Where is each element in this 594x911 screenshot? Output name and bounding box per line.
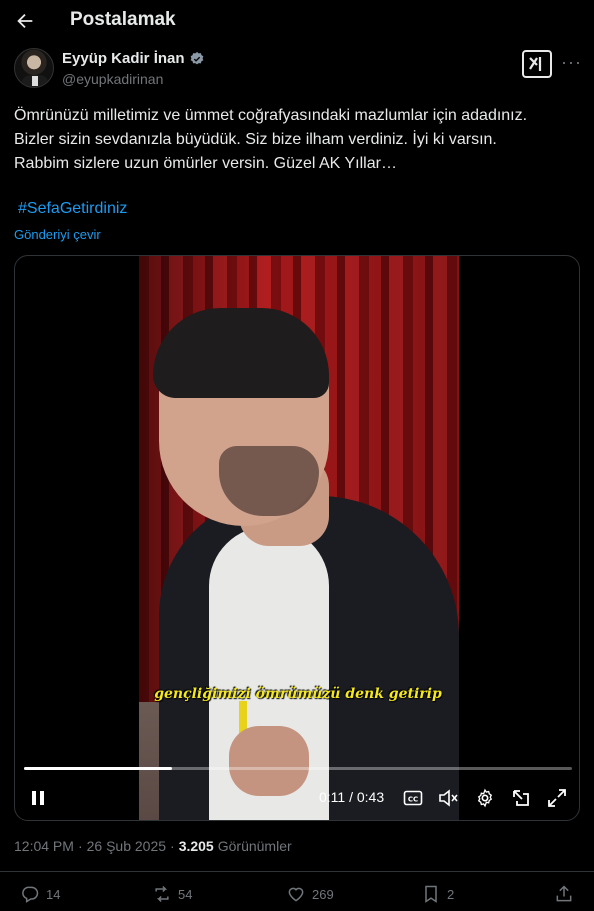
like-count: 269 <box>312 886 334 902</box>
repost-count: 54 <box>178 886 193 902</box>
tweet-text: Ömrünüzü milletimiz ve ümmet coğrafyasın… <box>14 104 584 176</box>
share-icon <box>556 885 572 902</box>
muted-volume-icon[interactable] <box>437 784 461 812</box>
bookmark-count: 2 <box>447 886 455 902</box>
tweet-line: Rabbim sizlere uzun ömürler versin. Güze… <box>14 155 397 172</box>
repost-icon <box>155 885 169 903</box>
grok-icon[interactable] <box>522 50 552 78</box>
svg-text:CC: CC <box>408 796 418 804</box>
reply-button[interactable]: 14 <box>20 884 60 904</box>
meta-separator: · <box>77 838 83 854</box>
author-name[interactable]: Eyyüp Kadir İnan <box>62 50 185 67</box>
divider <box>0 871 594 872</box>
captions-icon[interactable]: CC <box>401 784 425 812</box>
video-caption: gençliğimizi ömrümüzü denk getirip <box>154 686 442 702</box>
author-handle[interactable]: @eyupkadirinan <box>62 71 163 87</box>
fullscreen-icon[interactable] <box>545 784 569 812</box>
meta-separator: · <box>170 838 175 854</box>
heart-icon <box>288 887 304 902</box>
repost-button[interactable]: 54 <box>152 884 192 904</box>
action-bar: 14 54 269 2 <box>0 884 594 911</box>
video-progress-bar[interactable] <box>24 767 572 770</box>
video-time: 0:11 / 0:43 <box>319 789 385 805</box>
tweet-line: Bizler sizin sevdanızla büyüdük. Siz biz… <box>14 131 497 148</box>
share-button[interactable] <box>554 884 574 904</box>
more-options-icon[interactable]: ··· <box>561 52 582 73</box>
author-name-row[interactable]: Eyyüp Kadir İnan <box>62 50 205 67</box>
avatar[interactable] <box>14 48 54 88</box>
reply-count: 14 <box>46 886 61 902</box>
tweet-date[interactable]: 26 Şub 2025 <box>87 838 166 854</box>
verified-badge-icon <box>190 51 203 64</box>
view-count: 3.205 <box>178 838 214 854</box>
video-progress-fill <box>24 767 172 770</box>
video-player[interactable]: gençliğimizi ömrümüzü denk getirip 0:11 … <box>14 255 580 821</box>
like-button[interactable]: 269 <box>286 884 334 904</box>
views-label: Görünümler <box>217 838 292 854</box>
tweet-time[interactable]: 12:04 PM <box>14 838 74 854</box>
reply-icon <box>22 886 39 903</box>
bookmark-icon <box>425 885 437 903</box>
hashtag-link[interactable]: #SefaGetirdiniz <box>18 200 127 218</box>
video-frame[interactable] <box>139 256 459 820</box>
pause-icon[interactable] <box>25 784 51 812</box>
settings-gear-icon[interactable] <box>473 784 497 812</box>
bookmark-button[interactable]: 2 <box>421 884 454 904</box>
tweet-line: Ömrünüzü milletimiz ve ümmet coğrafyasın… <box>14 107 528 124</box>
translate-link[interactable]: Gönderiyi çevir <box>14 227 101 242</box>
back-arrow-icon[interactable] <box>14 10 36 32</box>
header: Postalamak <box>0 0 594 42</box>
tweet-meta: 12:04 PM · 26 Şub 2025 · 3.205 Görünümle… <box>14 838 292 854</box>
picture-in-picture-icon[interactable] <box>509 784 533 812</box>
video-controls: 0:11 / 0:43 CC <box>15 784 579 812</box>
page-title: Postalamak <box>70 9 176 30</box>
